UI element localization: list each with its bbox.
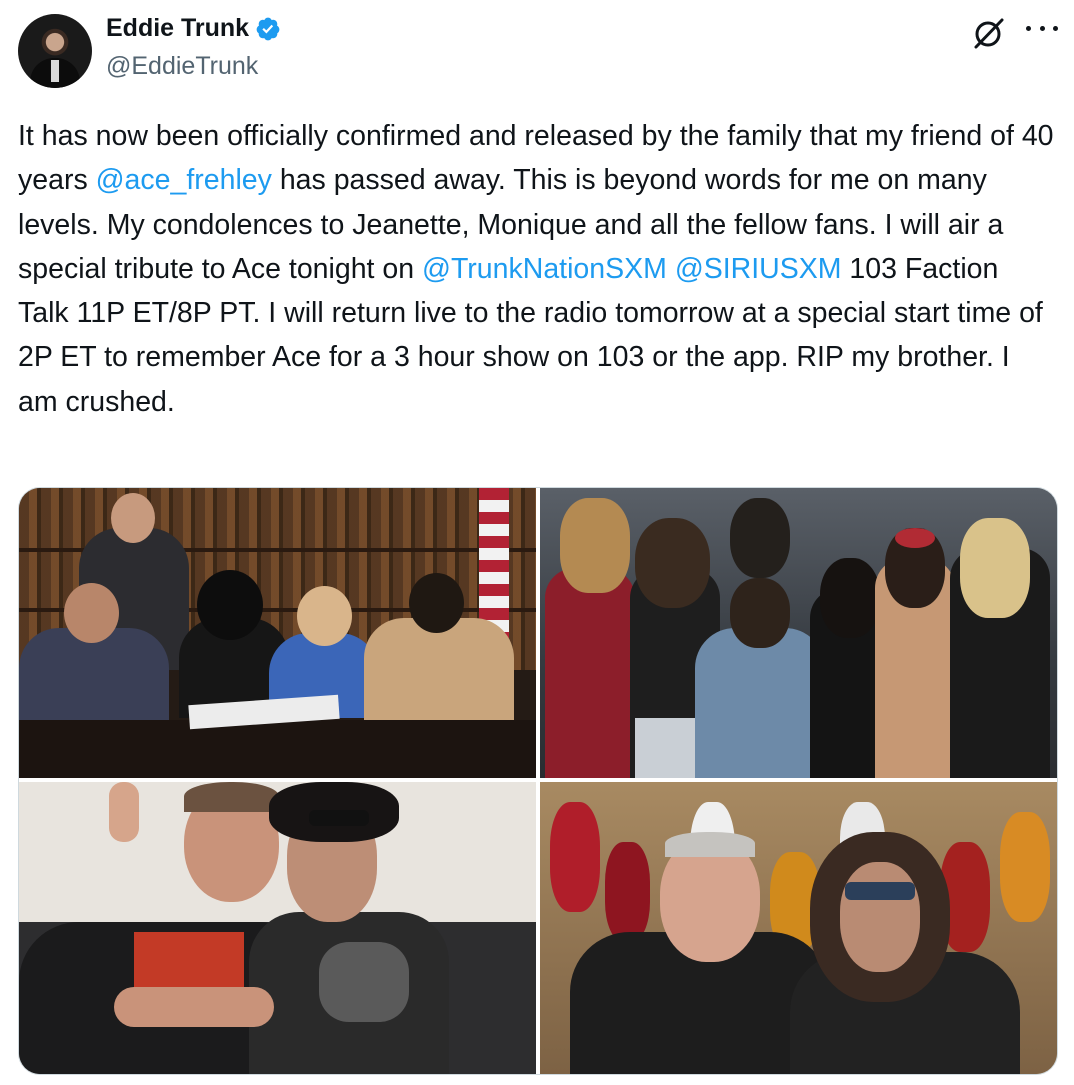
mention-link[interactable]: @SIRIUSXM <box>675 253 842 285</box>
photo-2[interactable] <box>540 488 1057 778</box>
author-name-row: Eddie Trunk <box>106 14 281 43</box>
tweet-segment <box>667 253 675 285</box>
avatar-shirt <box>51 60 59 82</box>
dot-icon <box>1026 25 1031 31</box>
more-options-icon[interactable] <box>1026 18 1058 38</box>
display-name[interactable]: Eddie Trunk <box>106 14 249 43</box>
photo-3[interactable] <box>19 782 536 1074</box>
dot-icon <box>1039 25 1045 31</box>
author-handle[interactable]: @EddieTrunk <box>106 52 258 81</box>
grok-icon[interactable] <box>972 16 1006 50</box>
tweet-text: It has now been officially confirmed and… <box>18 114 1054 424</box>
avatar[interactable] <box>18 14 92 88</box>
dot-icon <box>1053 25 1058 31</box>
mention-link[interactable]: @TrunkNationSXM <box>422 253 667 285</box>
media-grid <box>18 487 1058 1075</box>
mention-link[interactable]: @ace_frehley <box>96 164 272 196</box>
verified-badge-icon <box>256 17 280 40</box>
photo-1[interactable] <box>19 488 536 778</box>
photo-4[interactable] <box>540 782 1057 1074</box>
